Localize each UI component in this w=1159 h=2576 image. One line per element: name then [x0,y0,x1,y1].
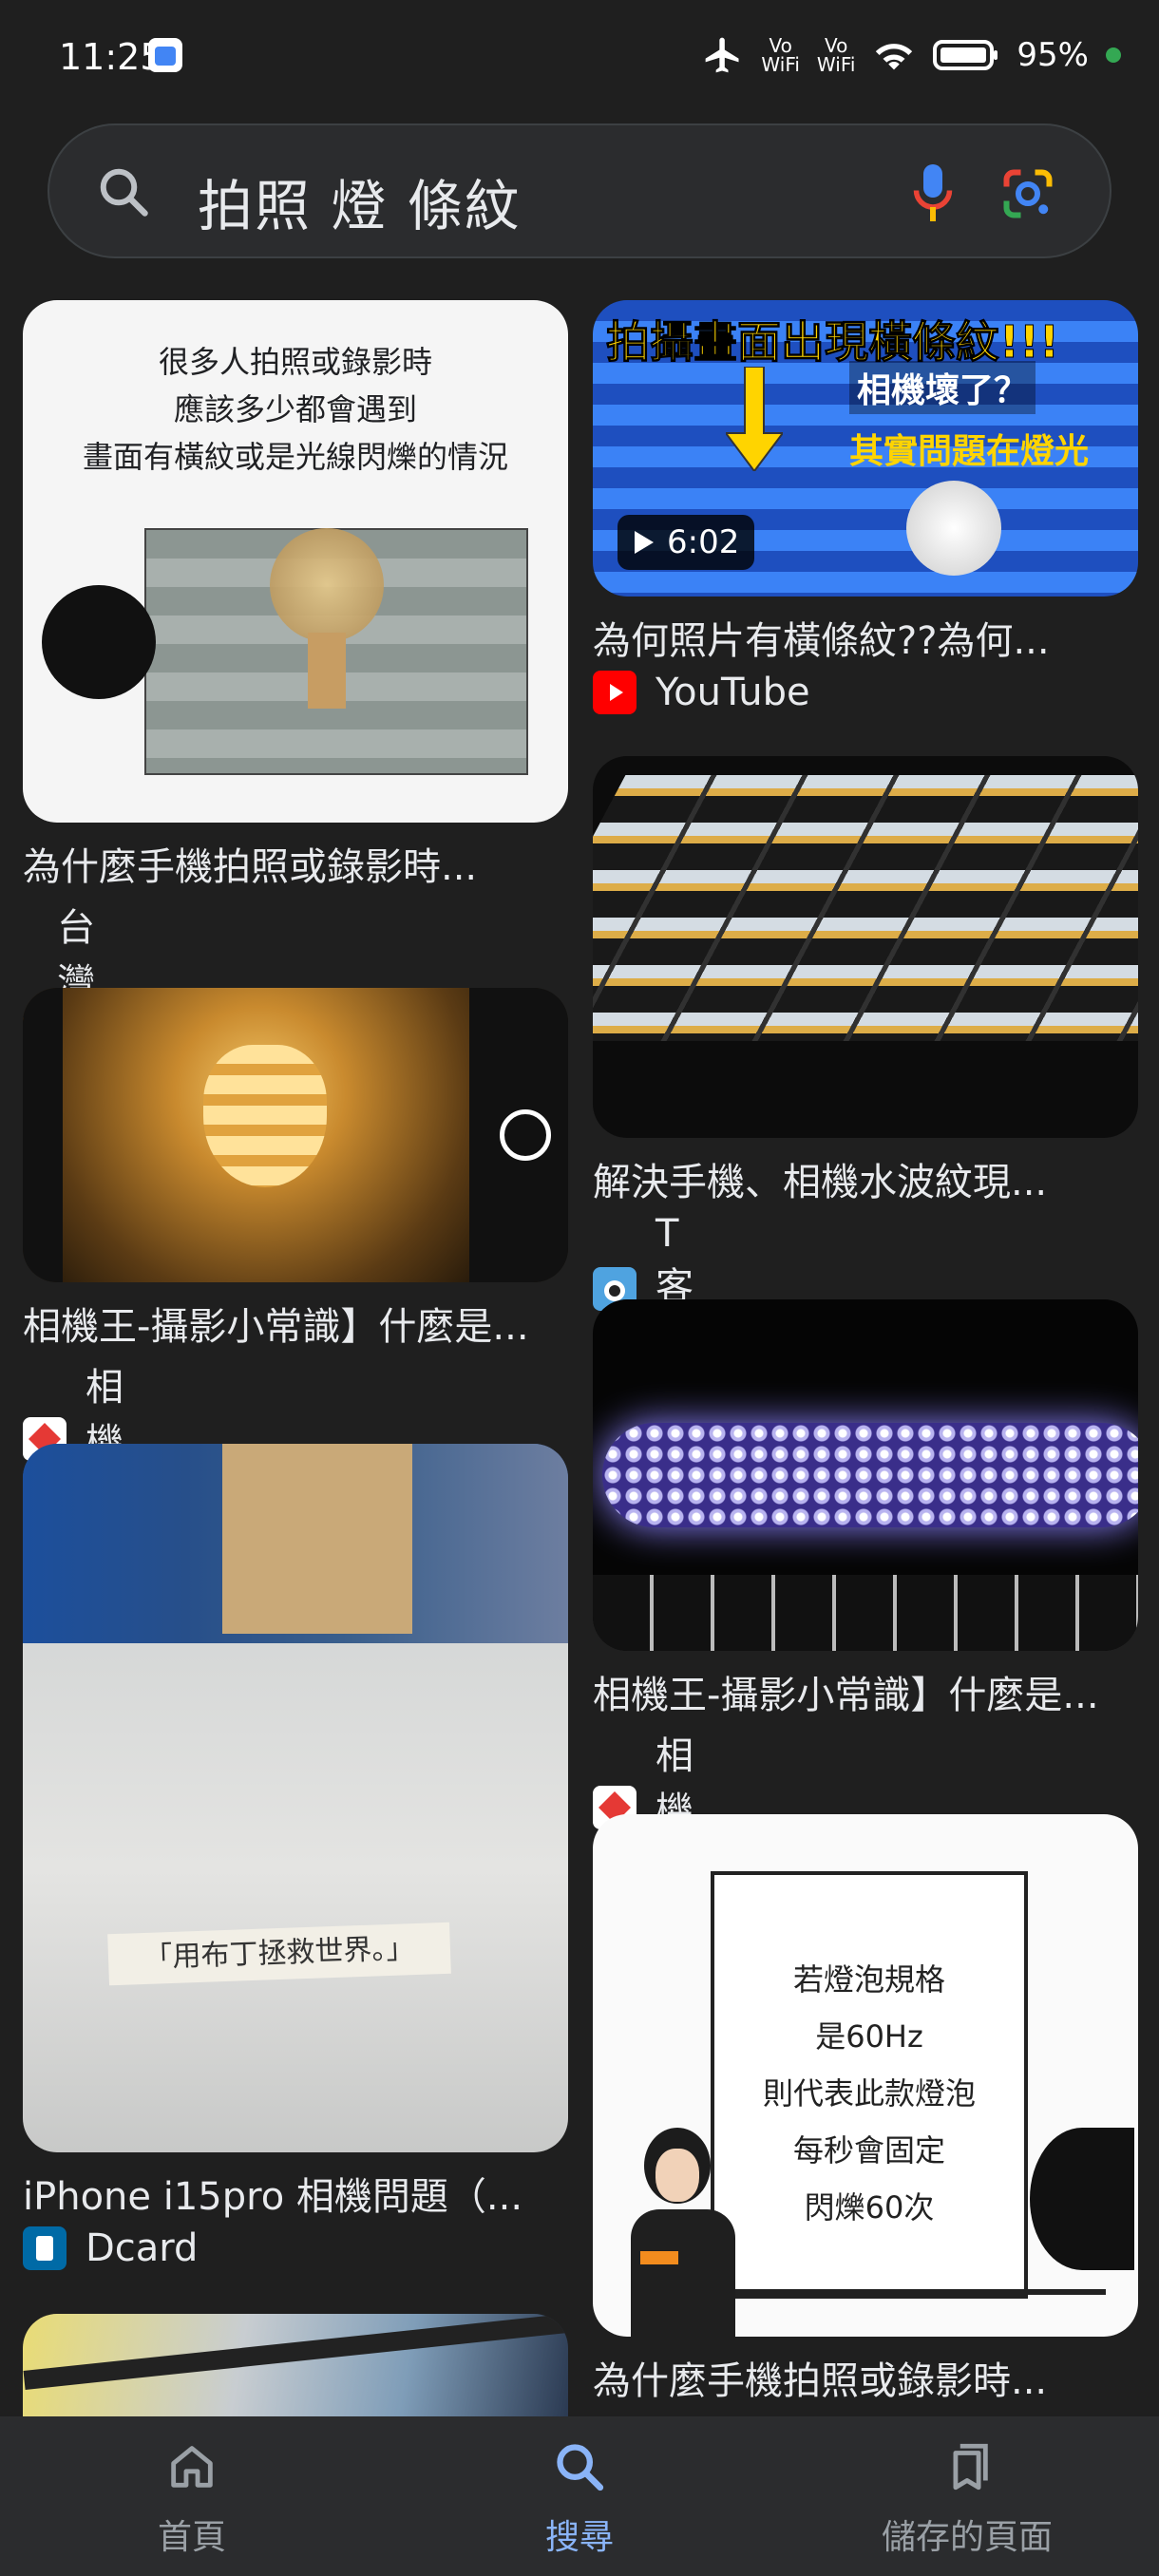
status-bar: 11:25 Vo WiFi Vo WiFi 95% [0,0,1159,114]
video-thumbnail[interactable]: 拍攝畫面出現橫條紋!!! 相機壞了？ 其實問題在燈光 6:02 [593,300,1138,597]
info-board: 若燈泡規格 是60Hz 則代表此款燈泡 每秒會固定 閃爍60次 [711,1871,1028,2299]
person-illustration [621,2128,745,2337]
result-title[interactable]: 為何照片有橫條紋??為何... [593,610,1138,665]
nav-saved[interactable]: 儲存的頁面 [825,2439,1110,2559]
search-icon [557,2444,604,2491]
result-thumbnail[interactable] [593,756,1138,1138]
result-title[interactable]: iPhone i15pro 相機問題（... [23,2166,568,2221]
result-thumbnail[interactable] [23,2314,568,2416]
result-title[interactable]: 為什麼手機拍照或錄影時... [23,836,568,891]
result-source[interactable]: Dcard [23,2226,198,2270]
dcard-favicon-icon [23,2226,66,2270]
search-bar[interactable]: 拍照 燈 條紋 [48,123,1112,258]
bottom-navigation: 首頁 搜尋 儲存的頁面 [0,2416,1159,2576]
vowifi-indicator-2: Vo WiFi [816,34,856,76]
battery-icon [933,40,998,70]
bulb-image [270,528,384,642]
result-thumbnail[interactable]: 「用布丁拯救世界。」 [23,1444,568,2152]
microphone-icon[interactable] [904,160,961,226]
result-title[interactable]: 為什麼手機拍照或錄影時... [593,2350,1138,2405]
wifi-icon [876,44,913,70]
video-duration-badge: 6:02 [618,515,755,570]
vowifi-indicator-1: Vo WiFi [761,34,800,76]
home-icon [171,2446,213,2488]
battery-percent: 95% [1016,36,1089,74]
result-thumbnail[interactable] [23,988,568,1282]
youtube-favicon-icon [593,671,636,714]
calendar-icon [148,38,182,72]
note-paper: 「用布丁拯救世界。」 [107,1922,451,1986]
result-thumbnail[interactable]: 很多人拍照或錄影時 應該多少都會遇到 畫面有橫紋或是光線閃爍的情況 [23,300,568,823]
result-thumbnail[interactable]: 若燈泡規格 是60Hz 則代表此款燈泡 每秒會固定 閃爍60次 [593,1814,1138,2337]
result-title[interactable]: 相機王-攝影小常識】什麼是... [23,1296,568,1351]
shutter-button-icon [500,1109,551,1161]
search-query[interactable]: 拍照 燈 條紋 [198,161,522,241]
result-thumbnail[interactable] [593,1299,1138,1651]
airplane-icon [706,37,739,73]
result-title[interactable]: 相機王-攝影小常識】什麼是... [593,1664,1138,1719]
nav-search[interactable]: 搜尋 [437,2439,722,2559]
nav-home[interactable]: 首頁 [49,2439,334,2559]
privacy-dot [1106,47,1121,63]
down-arrow-icon [726,367,783,471]
result-title[interactable]: 解決手機、相機水波紋現... [593,1151,1138,1206]
play-icon [635,531,654,554]
google-lens-icon[interactable] [999,165,1056,222]
search-icon[interactable] [95,163,152,220]
result-source[interactable]: YouTube [593,671,810,714]
bookmarks-icon [953,2443,988,2491]
